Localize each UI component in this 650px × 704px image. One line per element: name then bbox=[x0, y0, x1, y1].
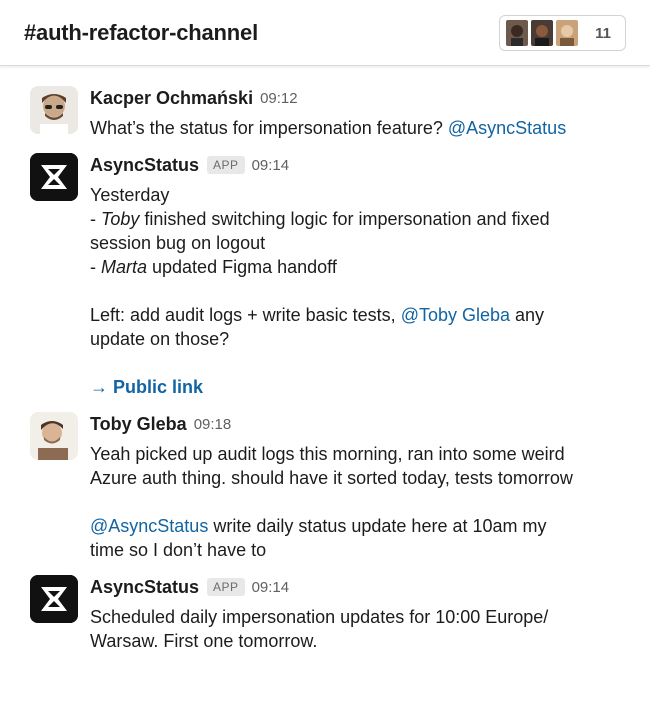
app-badge: APP bbox=[207, 578, 245, 596]
message-author[interactable]: Kacper Ochmański bbox=[90, 88, 253, 109]
avatar[interactable] bbox=[30, 86, 78, 134]
message-time[interactable]: 09:18 bbox=[194, 416, 232, 433]
message-line: update on those? bbox=[90, 329, 230, 349]
mention-link[interactable]: @AsyncStatus bbox=[448, 118, 566, 138]
message-line: session bug on logout bbox=[90, 233, 266, 253]
members-button[interactable]: 11 bbox=[499, 15, 626, 51]
user-photo bbox=[30, 412, 78, 460]
member-count: 11 bbox=[595, 24, 611, 42]
message-time[interactable]: 09:14 bbox=[252, 579, 290, 596]
message-text: any bbox=[510, 305, 545, 325]
list-prefix: - bbox=[90, 209, 101, 229]
message-time[interactable]: 09:14 bbox=[252, 157, 290, 174]
hourglass-logo-icon bbox=[30, 575, 78, 623]
app-badge: APP bbox=[207, 156, 245, 174]
message-text: finished switching logic for impersonati… bbox=[139, 209, 550, 229]
member-avatar-3 bbox=[555, 19, 580, 47]
message-author[interactable]: AsyncStatus bbox=[90, 577, 199, 598]
avatar[interactable] bbox=[30, 575, 78, 623]
message-text: Left: add audit logs + write basic tests… bbox=[90, 305, 396, 325]
member-avatar-2 bbox=[530, 19, 555, 47]
avatar[interactable] bbox=[30, 153, 78, 201]
user-photo bbox=[30, 86, 78, 134]
message-author[interactable]: Toby Gleba bbox=[90, 414, 187, 435]
channel-header: #auth-refactor-channel 11 bbox=[0, 0, 650, 66]
message-line: Scheduled daily impersonation updates fo… bbox=[90, 607, 549, 627]
message-text: What’s the status for impersonation feat… bbox=[90, 118, 443, 138]
message-line: Yesterday bbox=[90, 185, 170, 205]
message-line: time so I don’t have to bbox=[90, 540, 267, 560]
person-name: Marta bbox=[101, 257, 148, 277]
message-text: write daily status update here at 10am m… bbox=[208, 516, 547, 536]
message-line: Azure auth thing. should have it sorted … bbox=[90, 468, 573, 488]
hourglass-logo-icon bbox=[30, 153, 78, 201]
list-prefix: - bbox=[90, 257, 101, 277]
mention-link[interactable]: @AsyncStatus bbox=[90, 516, 208, 536]
member-avatar-1 bbox=[505, 19, 530, 47]
person-name: Toby bbox=[101, 209, 140, 229]
message-line: Warsaw. First one tomorrow. bbox=[90, 631, 318, 651]
message-time[interactable]: 09:12 bbox=[260, 90, 298, 107]
mention-link[interactable]: @Toby Gleba bbox=[401, 305, 510, 325]
channel-title[interactable]: #auth-refactor-channel bbox=[24, 20, 258, 46]
message-text: updated Figma handoff bbox=[147, 257, 337, 277]
message-author[interactable]: AsyncStatus bbox=[90, 155, 199, 176]
avatar[interactable] bbox=[30, 412, 78, 460]
message-line: Yeah picked up audit logs this morning, … bbox=[90, 444, 565, 464]
public-link[interactable]: → Public link bbox=[90, 377, 203, 397]
